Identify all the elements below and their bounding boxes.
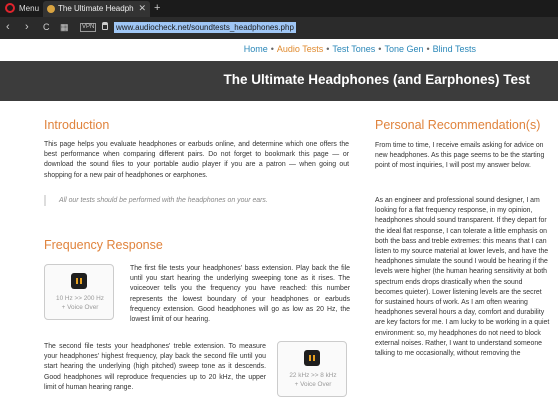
new-tab-button[interactable]: + [154, 2, 160, 14]
player-range: 22 kHz >> 8 kHz [289, 372, 337, 379]
lock-icon[interactable] [102, 22, 108, 30]
back-icon[interactable]: ‹ [6, 21, 10, 33]
opera-logo-icon[interactable] [5, 3, 15, 13]
player-caption: 22 kHz >> 8 kHz + Voice Over [278, 371, 348, 389]
reload-icon[interactable]: C [43, 22, 50, 32]
nav-separator: • [426, 44, 430, 54]
pause-button[interactable] [71, 273, 87, 289]
page-banner: The Ultimate Headphones (and Earphones) … [0, 61, 558, 101]
nav-link-test-tones[interactable]: Test Tones [332, 44, 375, 54]
player-caption: 10 Hz >> 200 Hz + Voice Over [45, 294, 115, 312]
intro-quote: All our tests should be performed with t… [44, 195, 349, 206]
nav-link-tone-gen[interactable]: Tone Gen [384, 44, 423, 54]
forward-icon[interactable]: › [25, 21, 29, 33]
nav-separator: • [270, 44, 274, 54]
address-bar: ‹ › C ▦ VPN www.audiocheck.net/soundtest… [0, 17, 558, 39]
menu-button[interactable]: Menu [19, 4, 39, 13]
pause-icon [80, 278, 82, 284]
player-range: 10 Hz >> 200 Hz [56, 295, 104, 302]
recommendation-body: As an engineer and professional sound de… [375, 197, 550, 358]
treble-paragraph: The second file tests your headphones' t… [44, 343, 266, 391]
headphones-favicon-icon [47, 5, 55, 13]
pause-icon [76, 278, 78, 284]
pause-icon [309, 355, 311, 361]
site-nav: Home • Audio Tests • Test Tones • Tone Gen • Bli… [0, 39, 558, 59]
nav-separator: • [326, 44, 330, 54]
intro-paragraph: This page helps you evaluate headphones … [44, 141, 349, 179]
page-title: The Ultimate Headphones (and Earphones) … [223, 72, 530, 87]
tab-grid-icon[interactable]: ▦ [60, 22, 69, 33]
treble-sweep-player: 22 kHz >> 8 kHz + Voice Over [277, 341, 347, 397]
nav-list: Home • Audio Tests • Test Tones • Tone Gen • Bli… [244, 44, 476, 54]
close-tab-icon[interactable]: ✕ [138, 3, 146, 14]
tab-title: The Ultimate Headphone [58, 4, 134, 13]
player-voice-over: + Voice Over [294, 381, 332, 388]
bass-sweep-player: 10 Hz >> 200 Hz + Voice Over [44, 264, 114, 320]
nav-link-audio-tests[interactable]: Audio Tests [277, 44, 323, 54]
pause-icon [313, 355, 315, 361]
recommendation-intro: From time to time, I receive emails aski… [375, 142, 545, 170]
frequency-heading: Frequency Response [44, 238, 163, 252]
player-voice-over: + Voice Over [61, 304, 99, 311]
nav-separator: • [378, 44, 382, 54]
browser-tab-bar: Menu The Ultimate Headphone ✕ + [0, 0, 558, 17]
intro-heading: Introduction [44, 118, 110, 132]
recommendation-heading: Personal Recommendation(s) [375, 118, 541, 132]
browser-tab[interactable]: The Ultimate Headphone ✕ [43, 1, 150, 17]
vpn-badge[interactable]: VPN [80, 23, 97, 32]
bass-paragraph: The first file tests your headphones' ba… [130, 265, 350, 324]
nav-link-blind-tests[interactable]: Blind Tests [433, 44, 476, 54]
url-field[interactable]: www.audiocheck.net/soundtests_headphones… [114, 22, 296, 33]
nav-link-home[interactable]: Home [244, 44, 268, 54]
pause-button[interactable] [304, 350, 320, 366]
